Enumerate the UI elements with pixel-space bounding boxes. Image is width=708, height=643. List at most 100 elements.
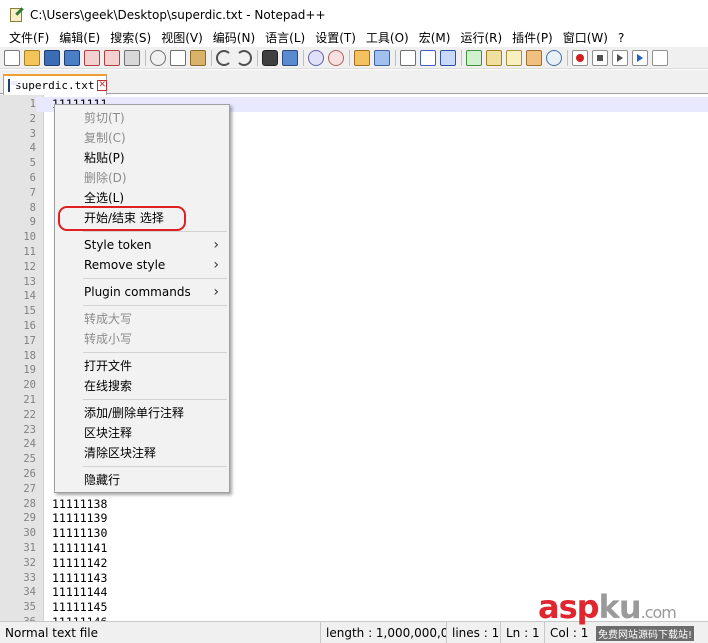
line-text[interactable]: 11111145 bbox=[52, 600, 107, 615]
redo-icon[interactable] bbox=[236, 49, 252, 66]
context-menu-item-11[interactable]: 打开文件 bbox=[55, 356, 229, 376]
zoom-in-icon[interactable] bbox=[308, 49, 324, 66]
line-number: 21 bbox=[23, 393, 36, 406]
context-menu-item-label: 粘贴(P) bbox=[84, 151, 125, 165]
play-macro-icon[interactable] bbox=[612, 49, 628, 66]
line-number: 17 bbox=[23, 334, 36, 347]
sync-vertical-icon[interactable] bbox=[354, 49, 370, 66]
context-menu-item-8[interactable]: Plugin commands › bbox=[55, 282, 229, 302]
cut-icon[interactable] bbox=[150, 49, 166, 66]
editor-line[interactable]: 32 11111142 bbox=[0, 556, 708, 571]
editor-line[interactable]: 31 11111141 bbox=[0, 541, 708, 556]
context-menu-item-13[interactable]: 添加/删除单行注释 bbox=[55, 403, 229, 423]
line-number: 9 bbox=[29, 216, 36, 229]
copy-icon[interactable] bbox=[170, 49, 186, 66]
function-list-icon[interactable] bbox=[506, 49, 522, 66]
line-text[interactable]: 11111144 bbox=[52, 585, 107, 600]
menu-item-2[interactable]: 搜索(S) bbox=[105, 30, 156, 46]
context-menu-item-label: 转成大写 bbox=[84, 312, 133, 326]
save-macro-icon[interactable] bbox=[652, 49, 668, 66]
line-number: 11 bbox=[23, 245, 36, 258]
close-tab-icon[interactable]: ✕ bbox=[97, 80, 108, 91]
submenu-arrow-icon: › bbox=[213, 237, 219, 253]
menu-item-12[interactable]: ? bbox=[613, 30, 629, 46]
menu-item-3[interactable]: 视图(V) bbox=[156, 30, 208, 46]
open-file-icon[interactable] bbox=[24, 49, 40, 66]
line-number: 4 bbox=[29, 142, 36, 155]
line-number: 12 bbox=[23, 260, 36, 273]
save-all-icon[interactable] bbox=[64, 49, 80, 66]
run-macro-multiple-icon[interactable] bbox=[632, 49, 648, 66]
context-menu-item-10: 转成小写 bbox=[55, 329, 229, 349]
toolbar-separator bbox=[211, 49, 212, 66]
menu-item-10[interactable]: 插件(P) bbox=[507, 30, 558, 46]
menu-item-1[interactable]: 编辑(E) bbox=[54, 30, 105, 46]
status-file-type: Normal text file bbox=[5, 626, 99, 640]
stop-square-icon bbox=[597, 54, 603, 61]
line-text[interactable]: 11111138 bbox=[52, 497, 107, 512]
editor-line[interactable]: 30 11111130 bbox=[0, 526, 708, 541]
title-bar: C:\Users\geek\Desktop\superdic.txt - Not… bbox=[0, 0, 708, 30]
close-all-icon[interactable] bbox=[104, 49, 120, 66]
line-number: 15 bbox=[23, 305, 36, 318]
monitor-icon[interactable] bbox=[546, 49, 562, 66]
context-menu-item-4[interactable]: 全选(L) bbox=[55, 188, 229, 208]
menu-item-8[interactable]: 宏(M) bbox=[414, 30, 456, 46]
editor-line[interactable]: 33 11111143 bbox=[0, 571, 708, 586]
menu-item-7[interactable]: 工具(O) bbox=[361, 30, 414, 46]
paste-icon[interactable] bbox=[190, 49, 206, 66]
menu-item-6[interactable]: 设置(T) bbox=[310, 30, 361, 46]
menu-item-0[interactable]: 文件(F) bbox=[4, 30, 54, 46]
menu-item-5[interactable]: 语言(L) bbox=[260, 30, 310, 46]
line-number: 33 bbox=[23, 571, 36, 584]
context-menu-item-15[interactable]: 清除区块注释 bbox=[55, 443, 229, 463]
menu-item-11[interactable]: 窗口(W) bbox=[558, 30, 613, 46]
context-menu-item-12[interactable]: 在线搜索 bbox=[55, 376, 229, 396]
saved-state-icon bbox=[8, 79, 18, 92]
editor-line[interactable]: 28 11111138 bbox=[0, 497, 708, 512]
new-file-icon[interactable] bbox=[4, 49, 20, 66]
menu-item-9[interactable]: 运行(R) bbox=[455, 30, 507, 46]
status-line-position: Ln : 1 bbox=[500, 622, 544, 643]
zoom-out-icon[interactable] bbox=[328, 49, 344, 66]
editor-line[interactable]: 35 11111145 bbox=[0, 600, 708, 615]
word-wrap-icon[interactable] bbox=[400, 49, 416, 66]
line-text[interactable]: 11111142 bbox=[52, 556, 107, 571]
find-icon[interactable] bbox=[262, 49, 278, 66]
line-text[interactable]: 11111139 bbox=[52, 511, 107, 526]
print-icon[interactable] bbox=[124, 49, 140, 66]
toolbar-separator bbox=[145, 49, 146, 66]
user-lang-icon[interactable] bbox=[466, 49, 482, 66]
context-menu-item-14[interactable]: 区块注释 bbox=[55, 423, 229, 443]
line-text[interactable]: 11111143 bbox=[52, 571, 107, 586]
line-number: 8 bbox=[29, 201, 36, 214]
context-menu-item-label: 区块注释 bbox=[84, 426, 133, 440]
record-macro-icon[interactable] bbox=[572, 49, 588, 66]
editor-line[interactable]: 29 11111139 bbox=[0, 511, 708, 526]
doc-map-icon[interactable] bbox=[486, 49, 502, 66]
tab-superdic[interactable]: superdic.txt ✕ bbox=[3, 74, 108, 95]
context-menu-item-label: 打开文件 bbox=[84, 359, 133, 373]
context-menu-item-7[interactable]: Remove style › bbox=[55, 255, 229, 275]
replace-icon[interactable] bbox=[282, 49, 298, 66]
line-text[interactable]: 11111130 bbox=[52, 526, 107, 541]
submenu-arrow-icon: › bbox=[213, 257, 219, 273]
context-menu-item-2[interactable]: 粘贴(P) bbox=[55, 148, 229, 168]
editor-line[interactable]: 34 11111144 bbox=[0, 585, 708, 600]
menu-item-4[interactable]: 编码(N) bbox=[208, 30, 260, 46]
line-number: 29 bbox=[23, 512, 36, 525]
sync-horizontal-icon[interactable] bbox=[374, 49, 390, 66]
stop-record-icon[interactable] bbox=[592, 49, 608, 66]
line-number: 14 bbox=[23, 290, 36, 303]
indent-guide-icon[interactable] bbox=[440, 49, 456, 66]
line-text[interactable]: 11111141 bbox=[52, 541, 107, 556]
context-menu-item-6[interactable]: Style token › bbox=[55, 235, 229, 255]
undo-icon[interactable] bbox=[216, 49, 232, 66]
folder-workspace-icon[interactable] bbox=[526, 49, 542, 66]
context-menu-item-16[interactable]: 隐藏行 bbox=[55, 470, 229, 490]
status-column: Col : 1 bbox=[544, 622, 708, 643]
save-icon[interactable] bbox=[44, 49, 60, 66]
close-icon[interactable] bbox=[84, 49, 100, 66]
play-triangle-icon bbox=[617, 53, 623, 62]
show-all-chars-icon[interactable] bbox=[420, 49, 436, 66]
